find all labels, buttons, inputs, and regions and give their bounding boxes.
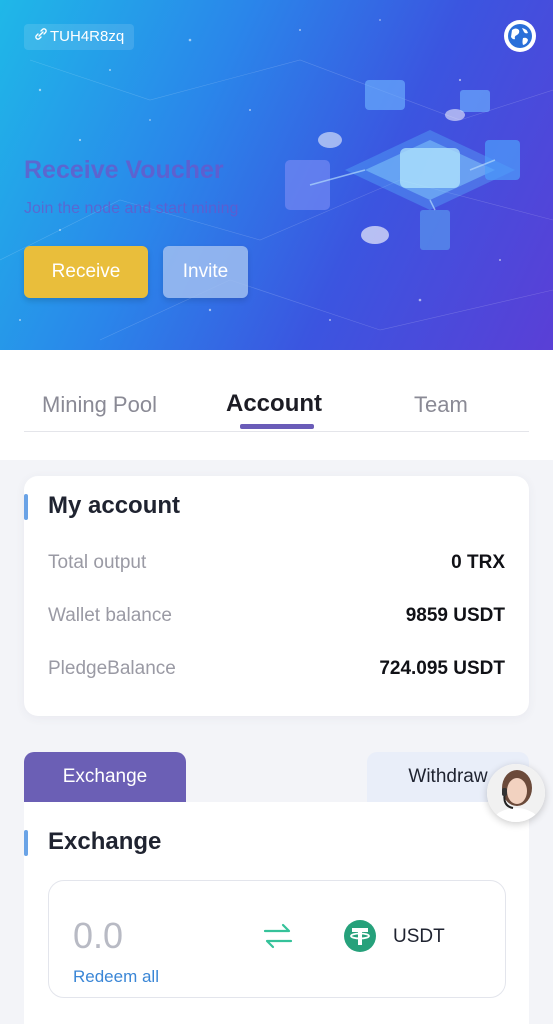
exchange-box: 0.0 Redeem all USDT: [48, 880, 506, 998]
swap-icon[interactable]: [261, 919, 295, 953]
usdt-icon: [344, 920, 376, 952]
account-title: My account: [48, 492, 181, 519]
active-tab-indicator: [240, 424, 314, 429]
tab-exchange[interactable]: Exchange: [24, 752, 186, 804]
currency-label: USDT: [393, 926, 445, 947]
hero-title: Receive Voucher: [24, 156, 224, 184]
globe-icon[interactable]: [502, 18, 538, 54]
amount-input[interactable]: 0.0: [73, 915, 123, 957]
invite-button[interactable]: Invite: [163, 246, 248, 298]
pledge-balance-label: PledgeBalance: [48, 658, 176, 679]
invite-code-chip[interactable]: TUH4R8zq: [24, 24, 135, 50]
total-output-label: Total output: [48, 552, 147, 573]
tab-account[interactable]: Account: [226, 390, 322, 418]
section-accent-bar: [24, 494, 28, 520]
content-area: Mining Pool Account Team My account Tota…: [0, 350, 553, 1024]
invite-code: TUH4R8zq: [50, 28, 125, 45]
total-output-value: 0 TRX: [451, 552, 505, 573]
receive-button[interactable]: Receive: [24, 246, 148, 298]
tab-mining-pool[interactable]: Mining Pool: [42, 392, 157, 418]
wallet-balance-value: 9859 USDT: [405, 605, 505, 626]
redeem-all-link[interactable]: Redeem all: [73, 967, 159, 987]
section-accent-bar: [24, 830, 28, 856]
tab-team[interactable]: Team: [414, 392, 468, 418]
exchange-withdraw-tabs: Exchange Withdraw: [24, 752, 529, 804]
my-account-card: My account Total output 0 TRX Wallet bal…: [24, 476, 529, 716]
support-avatar[interactable]: [487, 764, 545, 822]
exchange-panel: Exchange 0.0 Redeem all USDT: [24, 802, 529, 1024]
hero-banner: TUH4R8zq Receive Voucher Join the node a…: [0, 0, 553, 350]
pledge-balance-value: 724.095 USDT: [379, 658, 505, 679]
hero-subtitle: Join the node and start mining: [24, 200, 239, 217]
mining-illustration: [285, 80, 520, 250]
exchange-title: Exchange: [48, 828, 162, 855]
wallet-balance-label: Wallet balance: [48, 605, 172, 626]
main-tabs: Mining Pool Account Team: [24, 380, 529, 432]
link-icon: [34, 24, 48, 50]
